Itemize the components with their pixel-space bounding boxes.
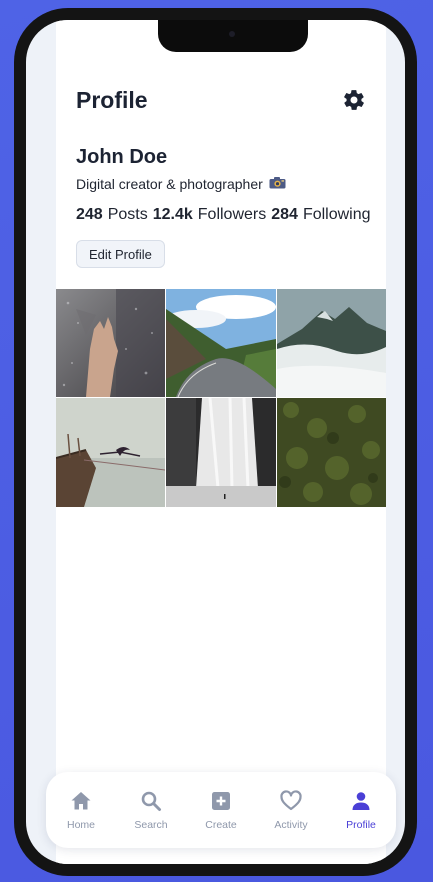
gear-icon[interactable] <box>342 88 366 112</box>
photo-grid <box>56 289 386 508</box>
heart-icon <box>280 790 302 811</box>
followers-count: 12.4k <box>152 206 193 223</box>
tab-label-profile: Profile <box>346 819 376 831</box>
tab-activity[interactable]: Activity <box>260 789 322 831</box>
tab-home[interactable]: Home <box>50 789 112 831</box>
profile-name: John Doe <box>76 146 168 168</box>
profile-page: Profile John Doe Digital creator & photo… <box>56 20 386 864</box>
home-icon <box>71 792 91 810</box>
tab-search[interactable]: Search <box>120 789 182 831</box>
page-header: Profile <box>76 80 366 120</box>
camera-emoji-icon <box>269 176 286 192</box>
tab-create[interactable]: Create <box>190 789 252 831</box>
photo-tile[interactable] <box>56 289 165 397</box>
front-camera <box>229 31 235 37</box>
page-title: Profile <box>76 86 148 113</box>
followers-stat[interactable]: 12.4k Followers <box>153 206 267 224</box>
tab-label-search: Search <box>134 819 168 831</box>
posts-count: 248 <box>76 206 103 223</box>
tab-label-create: Create <box>205 819 237 831</box>
photo-tile[interactable] <box>166 398 276 507</box>
followers-label: Followers <box>197 206 267 223</box>
tab-label-home: Home <box>66 819 95 831</box>
profile-stats: 248 Posts 12.4k Followers 284 Following <box>76 206 371 224</box>
user-icon <box>352 792 370 810</box>
phone-frame: Profile John Doe Digital creator & photo… <box>14 8 417 876</box>
photo-tile[interactable] <box>277 398 386 507</box>
bottom-tab-bar: Home Search Create Activity Profile <box>46 772 396 848</box>
following-count: 284 <box>271 206 298 223</box>
bio-text: Digital creator & photographer <box>76 176 263 192</box>
phone-screen: Profile John Doe Digital creator & photo… <box>26 20 405 864</box>
tab-profile[interactable]: Profile <box>330 789 392 831</box>
profile-bio: Digital creator & photographer <box>76 176 286 192</box>
notch <box>158 20 308 52</box>
search-icon <box>141 791 161 811</box>
edit-profile-button[interactable]: Edit Profile <box>76 240 165 268</box>
photo-tile[interactable] <box>56 398 165 507</box>
posts-stat[interactable]: 248 Posts <box>76 206 148 224</box>
tab-label-activity: Activity <box>274 819 308 831</box>
following-stat[interactable]: 284 Following <box>271 206 370 224</box>
following-label: Following <box>302 206 371 223</box>
photo-tile[interactable] <box>166 289 276 397</box>
plus-square-icon <box>212 792 230 810</box>
photo-tile[interactable] <box>277 289 386 397</box>
posts-label: Posts <box>107 206 148 223</box>
